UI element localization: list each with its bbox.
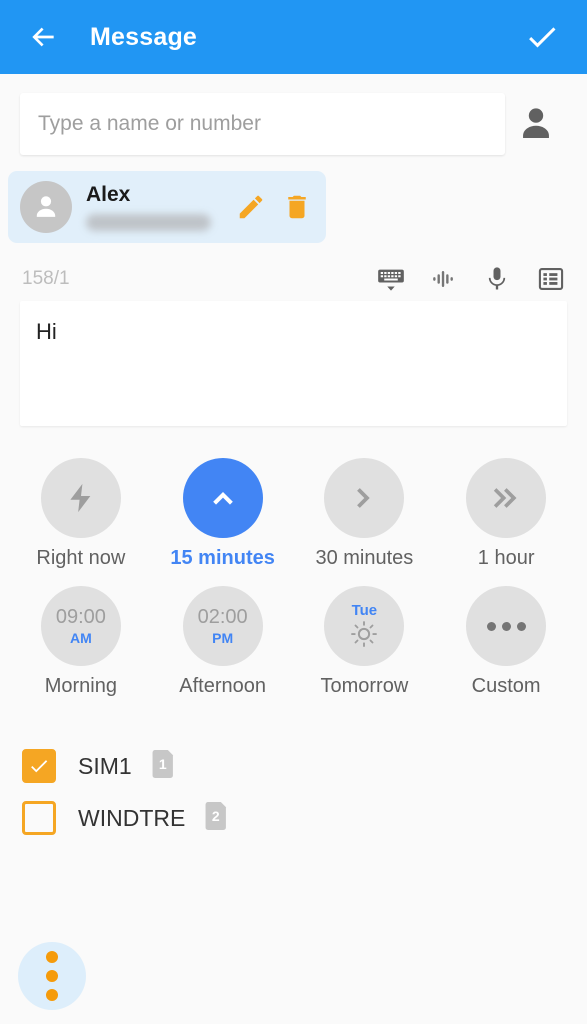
chevron-up-icon [212, 491, 233, 505]
svg-text:2: 2 [212, 808, 220, 824]
schedule-icon-circle [182, 458, 263, 538]
page-title: Message [90, 22, 198, 51]
overflow-menu-icon [46, 970, 58, 982]
windtre-checkbox[interactable] [22, 801, 56, 835]
schedule-option-label: Right now [36, 547, 126, 569]
schedule-option-label: Custom [471, 675, 541, 697]
schedule-time: 02:00 [197, 606, 248, 628]
sim-slot-badge: 2 [205, 801, 229, 835]
message-text-area[interactable]: Hi [20, 301, 567, 426]
schedule-icon-circle [40, 458, 121, 538]
assistant-voice-button[interactable] [431, 266, 457, 292]
schedule-option-label: Tomorrow [320, 675, 409, 697]
schedule-meridiem: PM [212, 630, 234, 646]
schedule-option-custom[interactable]: Custom [435, 586, 577, 698]
schedule-option-morning[interactable]: 09:00 AM Morning [10, 586, 152, 698]
templates-button[interactable] [537, 265, 565, 293]
back-button[interactable] [22, 16, 64, 58]
sim-slot-badge: 1 [152, 749, 176, 783]
schedule-icon-circle: Tue [324, 586, 405, 666]
schedule-icon-circle [466, 458, 547, 538]
sim-row-sim1[interactable]: SIM1 1 [22, 740, 587, 792]
recipient-name: Alex [86, 183, 131, 207]
schedule-option-label: 15 minutes [170, 547, 275, 569]
compose-toolbar: 158/1 [0, 243, 587, 301]
app-header: Message [0, 0, 587, 74]
schedule-icon-circle: 09:00 AM [40, 586, 121, 666]
sim-label: SIM1 [78, 752, 132, 779]
trash-icon [288, 195, 306, 219]
chevron-right-icon [357, 488, 371, 508]
schedule-option-label: 30 minutes [315, 547, 414, 569]
schedule-row-1: Right now 15 minutes 30 minutes 1 hour [10, 458, 577, 570]
sim-card-icon: 2 [205, 801, 227, 830]
recipient-chip[interactable]: Alex [8, 171, 326, 243]
microphone-icon [488, 267, 506, 290]
keyboard-hide-button[interactable] [377, 265, 405, 293]
schedule-weekday: Tue [351, 602, 378, 619]
schedule-row-2: 09:00 AM Morning 02:00 PM Afternoon Tue [10, 586, 577, 698]
keyboard-hide-icon [378, 269, 404, 291]
schedule-time: 09:00 [55, 606, 106, 628]
schedule-options: Right now 15 minutes 30 minutes 1 hour 0… [0, 426, 587, 698]
svg-text:1: 1 [159, 756, 167, 772]
lightning-bolt-icon [70, 483, 91, 513]
message-compose-screen: Message Alex [0, 0, 587, 1024]
check-icon [529, 27, 556, 48]
sim1-checkbox[interactable] [22, 749, 56, 783]
overflow-menu-icon [46, 951, 58, 963]
delete-recipient-button[interactable] [282, 192, 312, 222]
voice-waveform-icon [433, 270, 453, 288]
person-avatar-icon [36, 196, 56, 217]
double-chevron-icon [493, 488, 517, 508]
schedule-option-right-now[interactable]: Right now [10, 458, 152, 570]
character-counter: 158/1 [22, 268, 70, 289]
arrow-left-icon [32, 27, 54, 47]
schedule-option-15-minutes[interactable]: 15 minutes [152, 458, 294, 570]
templates-list-icon [538, 268, 564, 290]
recipient-chip-actions [236, 192, 312, 222]
schedule-option-tomorrow[interactable]: Tue Tomorrow [294, 586, 436, 698]
recipient-chip-row: Alex [0, 155, 587, 243]
schedule-option-label: 1 hour [477, 547, 535, 569]
person-icon [523, 108, 549, 138]
sim-selection-list: SIM1 1 WINDTRE 2 [0, 698, 587, 844]
schedule-option-label: Morning [44, 675, 117, 697]
schedule-meridiem: AM [69, 630, 92, 646]
recipient-search-area [0, 74, 587, 155]
ellipsis-icon [486, 621, 526, 631]
schedule-icon-circle [466, 586, 547, 666]
schedule-icon-circle: 02:00 PM [182, 586, 263, 666]
pencil-icon [239, 195, 263, 219]
microphone-button[interactable] [483, 265, 511, 293]
recipient-search-input[interactable] [20, 93, 505, 155]
schedule-option-label: Afternoon [179, 675, 266, 697]
compose-tool-icons [377, 265, 565, 293]
pick-contact-button[interactable] [505, 93, 567, 155]
sun-icon [351, 621, 378, 647]
overflow-menu-fab[interactable] [18, 942, 86, 1010]
overflow-menu-icon [46, 989, 58, 1001]
sim-card-icon: 1 [152, 749, 173, 778]
edit-recipient-button[interactable] [236, 192, 266, 222]
recipient-chip-texts: Alex [86, 183, 226, 231]
check-icon [31, 760, 48, 773]
schedule-option-1-hour[interactable]: 1 hour [435, 458, 577, 570]
schedule-option-30-minutes[interactable]: 30 minutes [294, 458, 436, 570]
sim-label: WINDTRE [78, 804, 186, 831]
confirm-button[interactable] [519, 14, 565, 60]
sim-row-windtre[interactable]: WINDTRE 2 [22, 792, 587, 844]
search-field-wrapper [20, 93, 505, 155]
recipient-number-redacted [86, 213, 211, 231]
schedule-icon-circle [324, 458, 405, 538]
schedule-option-afternoon[interactable]: 02:00 PM Afternoon [152, 586, 294, 698]
avatar [20, 181, 72, 233]
